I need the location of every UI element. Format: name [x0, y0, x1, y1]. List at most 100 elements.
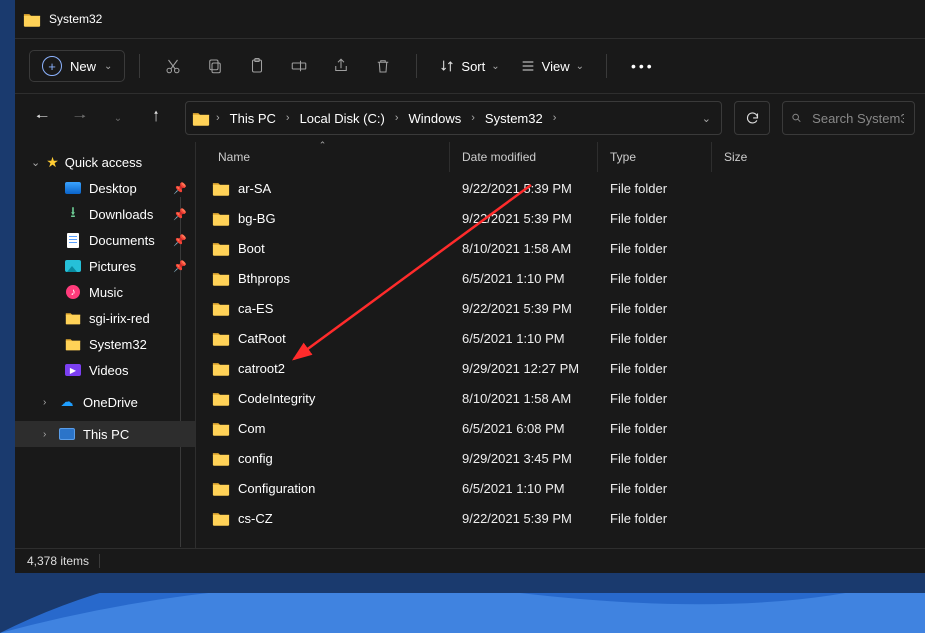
table-row[interactable]: bg-BG9/22/2021 5:39 PMFile folder [196, 203, 925, 233]
copy-button[interactable] [196, 48, 234, 84]
command-bar: + New ⌄ Sort ⌄ View ⌄ ••• [15, 38, 925, 93]
file-date: 6/5/2021 6:08 PM [450, 421, 598, 436]
table-row[interactable]: CodeIntegrity8/10/2021 1:58 AMFile folde… [196, 383, 925, 413]
share-button[interactable] [322, 48, 360, 84]
chevron-right-icon[interactable]: › [284, 112, 292, 124]
sidebar-item-videos[interactable]: ▶Videos [15, 357, 195, 383]
folder-icon [212, 391, 230, 406]
delete-button[interactable] [364, 48, 402, 84]
chevron-right-icon[interactable]: › [214, 112, 222, 124]
table-row[interactable]: Configuration6/5/2021 1:10 PMFile folder [196, 473, 925, 503]
file-name: Bthprops [238, 271, 290, 286]
chevron-right-icon[interactable]: › [551, 112, 559, 124]
search-box[interactable] [782, 101, 915, 135]
table-row[interactable]: Boot8/10/2021 1:58 AMFile folder [196, 233, 925, 263]
folder-icon [65, 310, 81, 326]
file-name: ar-SA [238, 181, 271, 196]
back-button[interactable]: 🠐 [25, 101, 59, 135]
forward-button[interactable]: 🠒 [63, 101, 97, 135]
table-row[interactable]: cs-CZ9/22/2021 5:39 PMFile folder [196, 503, 925, 533]
sidebar-item-folder[interactable]: System32 [15, 331, 195, 357]
column-name[interactable]: ⌃Name [196, 142, 450, 172]
chevron-right-icon[interactable]: › [393, 112, 401, 124]
file-date: 9/29/2021 3:45 PM [450, 451, 598, 466]
sidebar-item-desktop[interactable]: Desktop📌 [15, 175, 195, 201]
file-name: ca-ES [238, 301, 273, 316]
column-size[interactable]: Size [712, 142, 915, 172]
rows-container: ar-SA9/22/2021 5:39 PMFile folderbg-BG9/… [196, 173, 925, 548]
quick-access-header[interactable]: ⌄ ★ Quick access [15, 150, 195, 175]
nav-bar: 🠐 🠒 ⌄ 🠑 › This PC › Local Disk (C:) › Wi… [15, 93, 925, 142]
up-button[interactable]: 🠑 [139, 101, 173, 135]
desktop-icon [65, 180, 81, 196]
sort-icon [439, 58, 455, 74]
divider [99, 554, 100, 568]
search-input[interactable] [810, 110, 906, 127]
table-row[interactable]: config9/29/2021 3:45 PMFile folder [196, 443, 925, 473]
table-row[interactable]: Com6/5/2021 6:08 PMFile folder [196, 413, 925, 443]
status-bar: 4,378 items [15, 548, 925, 573]
file-date: 8/10/2021 1:58 AM [450, 241, 598, 256]
cut-button[interactable] [154, 48, 192, 84]
column-type[interactable]: Type [598, 142, 712, 172]
file-date: 9/22/2021 5:39 PM [450, 511, 598, 526]
file-name: bg-BG [238, 211, 276, 226]
folder-icon [212, 331, 230, 346]
table-row[interactable]: CatRoot6/5/2021 1:10 PMFile folder [196, 323, 925, 353]
table-row[interactable]: ca-ES9/22/2021 5:39 PMFile folder [196, 293, 925, 323]
table-row[interactable]: ar-SA9/22/2021 5:39 PMFile folder [196, 173, 925, 203]
sidebar-item-onedrive[interactable]: ›☁OneDrive [15, 389, 195, 415]
pictures-icon [65, 258, 81, 274]
address-bar[interactable]: › This PC › Local Disk (C:) › Windows › … [185, 101, 722, 135]
view-button[interactable]: View ⌄ [512, 53, 592, 79]
file-type: File folder [598, 241, 712, 256]
breadcrumb[interactable]: Local Disk (C:) [296, 109, 389, 128]
chevron-down-icon: ⌄ [31, 156, 40, 169]
paste-button[interactable] [238, 48, 276, 84]
explorer-window: System32 + New ⌄ Sort ⌄ View ⌄ ••• 🠐 🠒 [15, 0, 925, 573]
folder-icon [212, 451, 230, 466]
chevron-right-icon[interactable]: › [469, 112, 477, 124]
sidebar-item-music[interactable]: ♪Music [15, 279, 195, 305]
search-icon [791, 111, 802, 125]
table-row[interactable]: catroot29/29/2021 12:27 PMFile folder [196, 353, 925, 383]
new-button[interactable]: + New ⌄ [29, 50, 125, 82]
recent-button[interactable]: ⌄ [101, 101, 135, 135]
sidebar-item-documents[interactable]: Documents📌 [15, 227, 195, 253]
file-type: File folder [598, 391, 712, 406]
sort-button[interactable]: Sort ⌄ [431, 53, 507, 79]
folder-icon [212, 271, 230, 286]
sidebar-item-thispc[interactable]: ›This PC [15, 421, 195, 447]
file-type: File folder [598, 511, 712, 526]
folder-icon [23, 12, 41, 27]
file-name: CatRoot [238, 331, 286, 346]
more-button[interactable]: ••• [621, 53, 665, 79]
file-date: 6/5/2021 1:10 PM [450, 481, 598, 496]
music-icon: ♪ [65, 284, 81, 300]
sort-indicator-icon: ⌃ [319, 140, 327, 151]
rename-button[interactable] [280, 48, 318, 84]
video-icon: ▶ [65, 362, 81, 378]
folder-icon [212, 181, 230, 196]
address-history-button[interactable]: ⌄ [698, 108, 715, 129]
sidebar-item-pictures[interactable]: Pictures📌 [15, 253, 195, 279]
sidebar-item-downloads[interactable]: ⭳Downloads📌 [15, 201, 195, 227]
file-name: CodeIntegrity [238, 391, 315, 406]
column-date[interactable]: Date modified [450, 142, 598, 172]
pin-icon: 📌 [173, 208, 187, 221]
breadcrumb[interactable]: Windows [405, 109, 466, 128]
pc-icon [59, 426, 75, 442]
star-icon: ★ [46, 154, 59, 171]
sidebar-item-folder[interactable]: sgi-irix-red [15, 305, 195, 331]
divider [139, 54, 140, 78]
table-row[interactable]: Bthprops6/5/2021 1:10 PMFile folder [196, 263, 925, 293]
breadcrumb[interactable]: System32 [481, 109, 547, 128]
titlebar: System32 [15, 0, 925, 38]
file-type: File folder [598, 271, 712, 286]
pin-icon: 📌 [173, 182, 187, 195]
download-icon: ⭳ [65, 206, 81, 222]
file-name: Configuration [238, 481, 315, 496]
breadcrumb[interactable]: This PC [226, 109, 280, 128]
folder-icon [212, 511, 230, 526]
refresh-button[interactable] [734, 101, 770, 135]
